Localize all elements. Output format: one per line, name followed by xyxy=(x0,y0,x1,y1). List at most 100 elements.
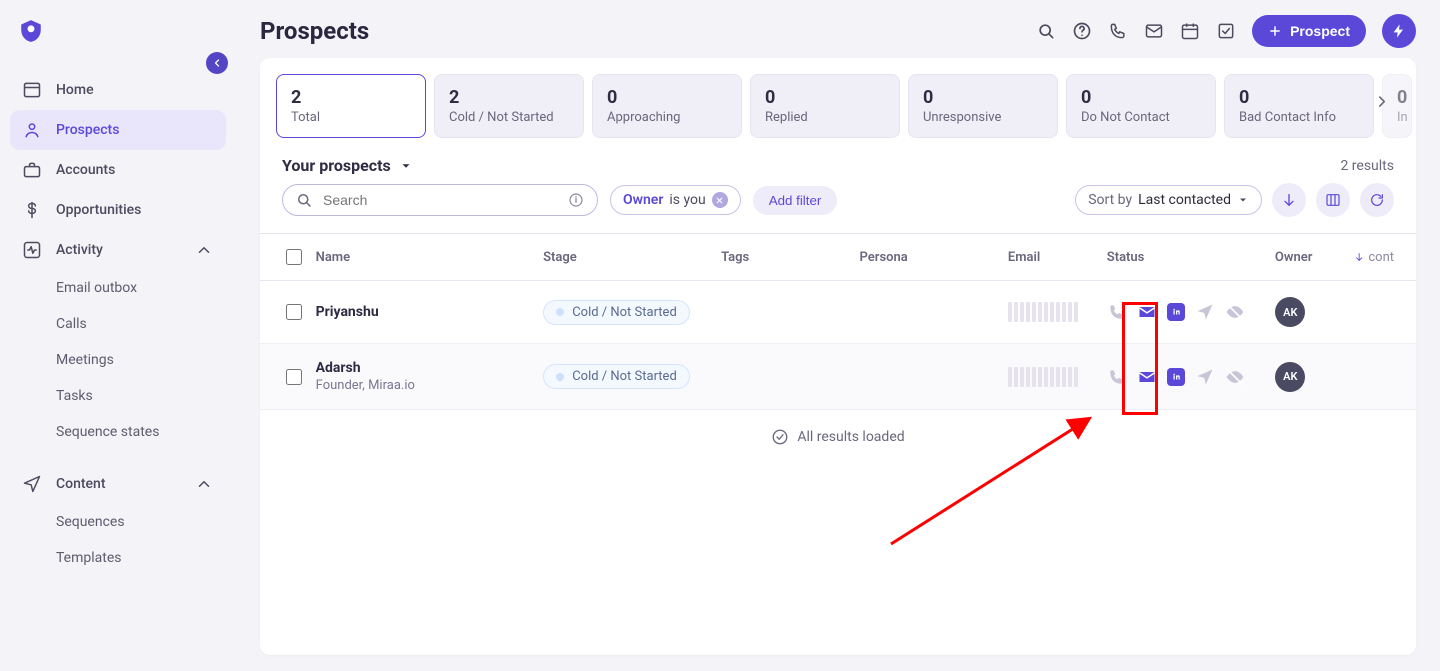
owner-avatar[interactable]: AK xyxy=(1275,362,1305,392)
visibility-off-icon[interactable] xyxy=(1225,367,1245,387)
status-icons xyxy=(1107,367,1275,387)
your-prospects-dropdown[interactable]: Your prospects xyxy=(282,156,413,175)
all-results-loaded: All results loaded xyxy=(260,410,1416,464)
right-controls: Sort by Last contacted xyxy=(1075,183,1394,217)
task-icon[interactable] xyxy=(1216,21,1236,41)
tile-unresponsive[interactable]: 0 Unresponsive xyxy=(908,74,1058,138)
sidebar-item-content[interactable]: Content xyxy=(10,464,226,504)
col-persona[interactable]: Persona xyxy=(860,250,1008,265)
sidebar-item-label: Accounts xyxy=(56,162,115,178)
table-row[interactable]: Adarsh Founder, Miraa.io Cold / Not Star… xyxy=(260,344,1416,410)
linkedin-badge-icon[interactable] xyxy=(1167,368,1185,386)
chevron-up-icon xyxy=(194,475,214,493)
tile-number: 0 xyxy=(765,87,885,108)
page-title: Prospects xyxy=(260,17,369,45)
tile-approaching[interactable]: 0 Approaching xyxy=(592,74,742,138)
prospect-name[interactable]: Priyanshu xyxy=(316,304,544,320)
search-box[interactable] xyxy=(282,184,598,216)
filter-chip-owner[interactable]: Owner is you xyxy=(610,185,741,215)
sub-tasks[interactable]: Tasks xyxy=(56,378,226,414)
sort-direction-button[interactable] xyxy=(1272,183,1306,217)
sidebar-item-accounts[interactable]: Accounts xyxy=(10,150,226,190)
search-input[interactable] xyxy=(321,191,559,209)
stage-label: Cold / Not Started xyxy=(572,369,677,384)
sidebar-item-home[interactable]: Home xyxy=(10,70,226,110)
sub-calls[interactable]: Calls xyxy=(56,306,226,342)
add-prospect-button[interactable]: Prospect xyxy=(1252,15,1366,47)
col-stage[interactable]: Stage xyxy=(543,250,721,265)
sub-templates[interactable]: Templates xyxy=(56,540,226,576)
main-area: Prospects Prospect 2 Total 2 xyxy=(236,0,1440,671)
sub-sequence-states[interactable]: Sequence states xyxy=(56,414,226,450)
mail-icon[interactable] xyxy=(1137,302,1157,322)
sub-sequences[interactable]: Sequences xyxy=(56,504,226,540)
prospect-name[interactable]: Adarsh xyxy=(316,360,544,376)
header: Prospects Prospect xyxy=(236,0,1440,58)
tile-bad-contact[interactable]: 0 Bad Contact Info xyxy=(1224,74,1374,138)
tile-number: 2 xyxy=(291,87,411,108)
phone-icon[interactable] xyxy=(1107,302,1127,322)
linkedin-badge-icon[interactable] xyxy=(1167,303,1185,321)
add-filter-button[interactable]: Add filter xyxy=(753,186,838,215)
tile-total[interactable]: 2 Total xyxy=(276,74,426,138)
tile-label: Unresponsive xyxy=(923,110,1043,125)
home-icon xyxy=(22,80,42,100)
refresh-icon xyxy=(1369,192,1385,208)
sidebar-item-label: Home xyxy=(56,82,94,98)
row-checkbox[interactable] xyxy=(286,304,302,320)
col-owner[interactable]: Owner xyxy=(1275,250,1354,265)
filters-row: Owner is you Add filter Sort by Last con… xyxy=(260,183,1416,233)
calendar-icon[interactable] xyxy=(1180,21,1200,41)
phone-icon[interactable] xyxy=(1108,21,1128,41)
stage-label: Cold / Not Started xyxy=(572,305,677,320)
search-icon[interactable] xyxy=(1036,21,1056,41)
col-last-contacted[interactable]: cont xyxy=(1354,250,1394,265)
subheader: Your prospects 2 results xyxy=(260,138,1416,183)
tile-cold[interactable]: 2 Cold / Not Started xyxy=(434,74,584,138)
sub-email-outbox[interactable]: Email outbox xyxy=(56,270,226,306)
prospect-subtitle: Founder, Miraa.io xyxy=(316,378,544,393)
stage-chip[interactable]: Cold / Not Started xyxy=(543,300,690,325)
columns-button[interactable] xyxy=(1316,183,1350,217)
info-icon[interactable] xyxy=(567,191,585,209)
tiles-scroll-right[interactable] xyxy=(1370,90,1394,114)
tile-replied[interactable]: 0 Replied xyxy=(750,74,900,138)
sidebar-item-opportunities[interactable]: Opportunities xyxy=(10,190,226,230)
col-status[interactable]: Status xyxy=(1107,250,1275,265)
table-row[interactable]: Priyanshu Cold / Not Started xyxy=(260,281,1416,344)
all-loaded-label: All results loaded xyxy=(797,429,904,445)
tile-label: Bad Contact Info xyxy=(1239,110,1359,125)
header-actions: Prospect xyxy=(1036,14,1416,48)
sort-by-dropdown[interactable]: Sort by Last contacted xyxy=(1075,185,1262,215)
tile-label: Do Not Contact xyxy=(1081,110,1201,125)
phone-icon[interactable] xyxy=(1107,367,1127,387)
stage-chip[interactable]: Cold / Not Started xyxy=(543,364,690,389)
stage-dot-icon xyxy=(556,373,564,381)
sub-meetings[interactable]: Meetings xyxy=(56,342,226,378)
sidebar-item-activity[interactable]: Activity xyxy=(10,230,226,270)
sidebar-item-prospects[interactable]: Prospects xyxy=(10,110,226,150)
chip-remove-icon[interactable] xyxy=(712,192,728,208)
send-icon[interactable] xyxy=(1195,302,1215,322)
tile-do-not-contact[interactable]: 0 Do Not Contact xyxy=(1066,74,1216,138)
select-all-checkbox[interactable] xyxy=(286,249,302,265)
mail-icon[interactable] xyxy=(1144,21,1164,41)
col-email[interactable]: Email xyxy=(1008,250,1107,265)
owner-avatar[interactable]: AK xyxy=(1275,297,1305,327)
help-icon[interactable] xyxy=(1072,21,1092,41)
sidebar-collapse-button[interactable] xyxy=(206,52,228,74)
chevron-right-icon xyxy=(1373,93,1391,111)
mail-icon[interactable] xyxy=(1137,367,1157,387)
col-tags[interactable]: Tags xyxy=(721,250,859,265)
prospects-card: 2 Total 2 Cold / Not Started 0 Approachi… xyxy=(260,58,1416,655)
app-logo xyxy=(16,16,46,46)
visibility-off-icon[interactable] xyxy=(1225,302,1245,322)
arrow-down-icon xyxy=(1354,250,1364,264)
row-checkbox[interactable] xyxy=(286,369,302,385)
activity-subitems: Email outbox Calls Meetings Tasks Sequen… xyxy=(10,270,226,450)
refresh-button[interactable] xyxy=(1360,183,1394,217)
tile-label: Replied xyxy=(765,110,885,125)
send-icon[interactable] xyxy=(1195,367,1215,387)
quick-action-button[interactable] xyxy=(1382,14,1416,48)
col-name[interactable]: Name xyxy=(316,250,543,265)
